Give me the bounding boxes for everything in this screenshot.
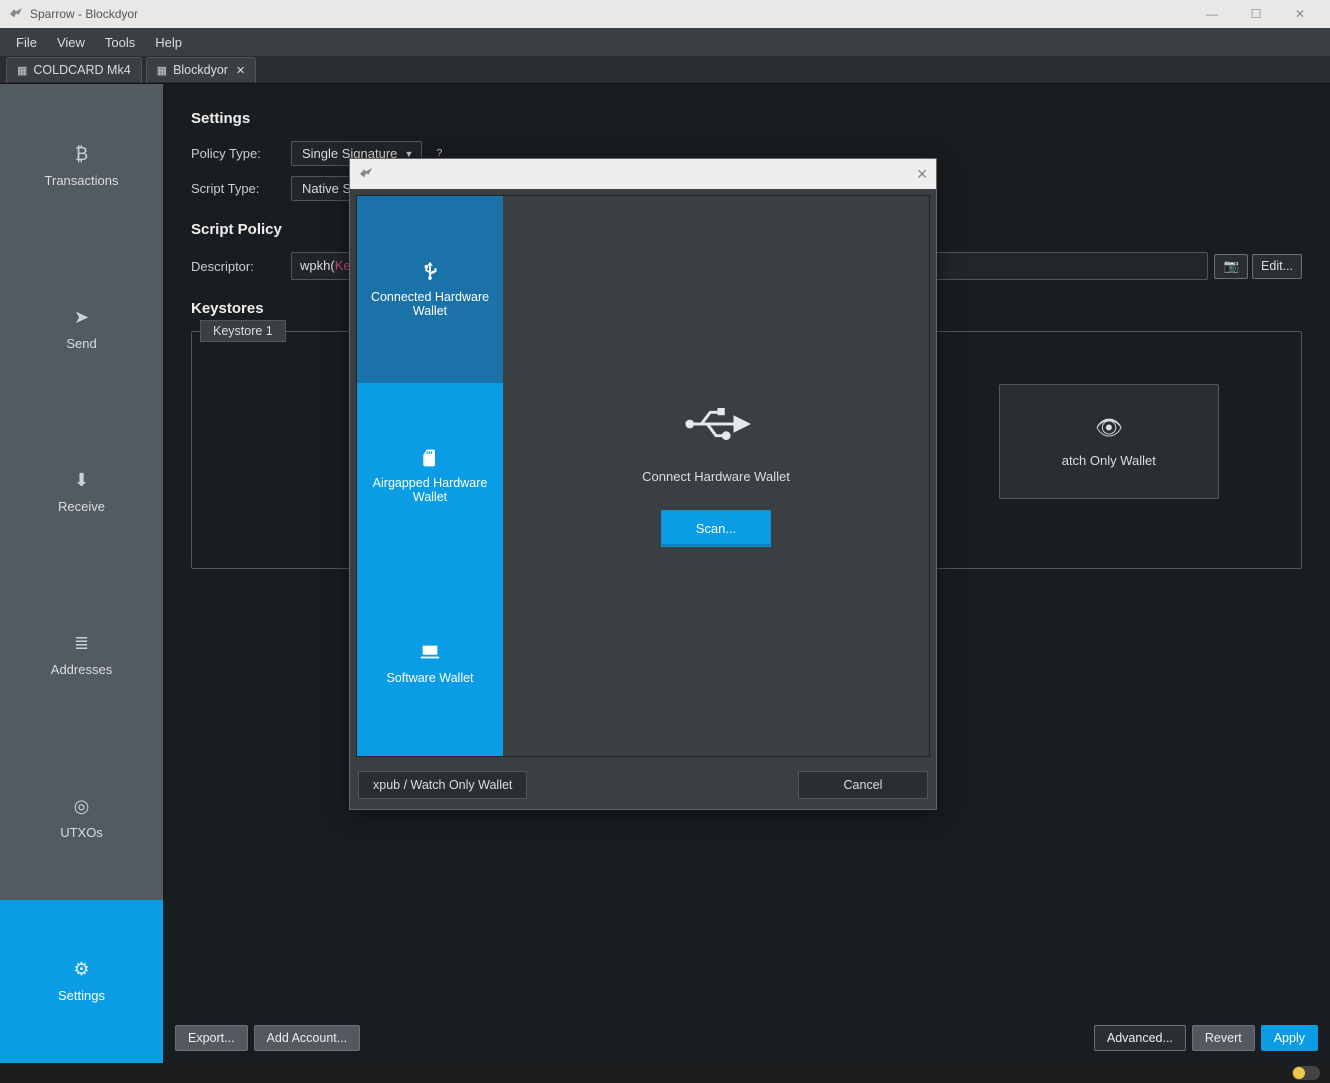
sd-card-icon [420,448,440,468]
modal-content: Connect Hardware Wallet Scan... [503,196,929,756]
laptop-icon [419,641,441,663]
xpub-button[interactable]: xpub / Watch Only Wallet [358,771,527,799]
modal-close-button[interactable]: ✕ [916,166,928,183]
modal-heading: Connect Hardware Wallet [642,469,790,484]
usb-icon [681,405,751,443]
modal-side-airgapped-hw[interactable]: Airgapped Hardware Wallet [357,383,503,570]
modal-side-label: Software Wallet [386,671,473,685]
modal-side-software-wallet[interactable]: Software Wallet [357,569,503,756]
modal-side-connected-hw[interactable]: Connected Hardware Wallet [357,196,503,383]
modal-sidebar: Connected Hardware Wallet Airgapped Hard… [357,196,503,756]
modal-titlebar: ✕ [350,159,936,189]
usb-icon [419,260,441,282]
scan-button[interactable]: Scan... [661,510,771,547]
modal-side-label: Airgapped Hardware Wallet [363,476,497,504]
sparrow-icon [358,166,374,182]
keystore-modal: ✕ Connected Hardware Wallet Airgapped Ha… [349,158,937,810]
cancel-button[interactable]: Cancel [798,771,928,799]
modal-overlay: ✕ Connected Hardware Wallet Airgapped Ha… [0,0,1330,1083]
modal-side-label: Connected Hardware Wallet [363,290,497,318]
modal-footer: xpub / Watch Only Wallet Cancel [350,763,936,809]
